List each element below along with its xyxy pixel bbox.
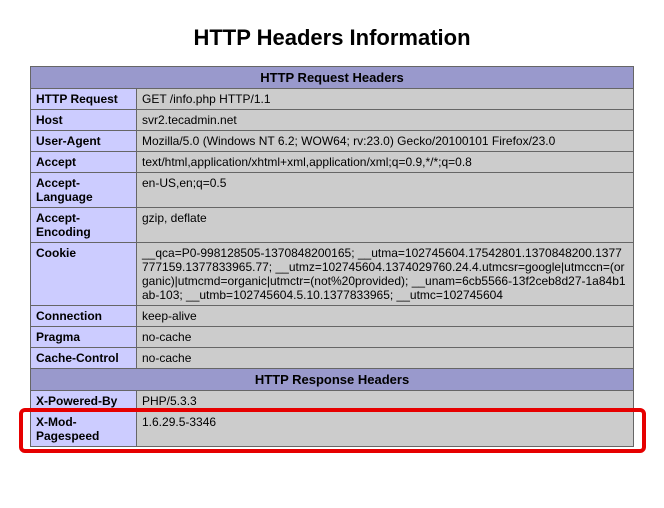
table-row: Hostsvr2.tecadmin.net <box>31 110 634 131</box>
header-label: User-Agent <box>31 131 137 152</box>
table-row-highlighted: X-Mod-Pagespeed1.6.29.5-3346 <box>31 412 634 447</box>
header-label: X-Mod-Pagespeed <box>31 412 137 447</box>
header-label: Connection <box>31 306 137 327</box>
header-value: keep-alive <box>137 306 634 327</box>
header-value: __qca=P0-998128505-1370848200165; __utma… <box>137 243 634 306</box>
header-label: Cookie <box>31 243 137 306</box>
header-label: X-Powered-By <box>31 391 137 412</box>
header-value: no-cache <box>137 348 634 369</box>
header-label: Cache-Control <box>31 348 137 369</box>
request-section-header: HTTP Request Headers <box>31 67 634 89</box>
table-row: Accept-Languageen-US,en;q=0.5 <box>31 173 634 208</box>
header-value: 1.6.29.5-3346 <box>137 412 634 447</box>
header-value: PHP/5.3.3 <box>137 391 634 412</box>
page-title: HTTP Headers Information <box>30 25 634 51</box>
table-row: User-AgentMozilla/5.0 (Windows NT 6.2; W… <box>31 131 634 152</box>
header-value: gzip, deflate <box>137 208 634 243</box>
header-label: Host <box>31 110 137 131</box>
header-label: Accept <box>31 152 137 173</box>
table-row: Accept-Encodinggzip, deflate <box>31 208 634 243</box>
header-label: Pragma <box>31 327 137 348</box>
header-value: Mozilla/5.0 (Windows NT 6.2; WOW64; rv:2… <box>137 131 634 152</box>
table-row: Cookie__qca=P0-998128505-1370848200165; … <box>31 243 634 306</box>
header-value: svr2.tecadmin.net <box>137 110 634 131</box>
response-section-header: HTTP Response Headers <box>31 369 634 391</box>
header-value: text/html,application/xhtml+xml,applicat… <box>137 152 634 173</box>
header-value: no-cache <box>137 327 634 348</box>
header-value: en-US,en;q=0.5 <box>137 173 634 208</box>
header-value: GET /info.php HTTP/1.1 <box>137 89 634 110</box>
table-row: Pragmano-cache <box>31 327 634 348</box>
table-row: Connectionkeep-alive <box>31 306 634 327</box>
headers-table: HTTP Request Headers HTTP RequestGET /in… <box>30 66 634 447</box>
table-row: Cache-Controlno-cache <box>31 348 634 369</box>
header-label: HTTP Request <box>31 89 137 110</box>
table-row: Accepttext/html,application/xhtml+xml,ap… <box>31 152 634 173</box>
table-row: HTTP RequestGET /info.php HTTP/1.1 <box>31 89 634 110</box>
header-label: Accept-Language <box>31 173 137 208</box>
header-label: Accept-Encoding <box>31 208 137 243</box>
table-row: X-Powered-ByPHP/5.3.3 <box>31 391 634 412</box>
